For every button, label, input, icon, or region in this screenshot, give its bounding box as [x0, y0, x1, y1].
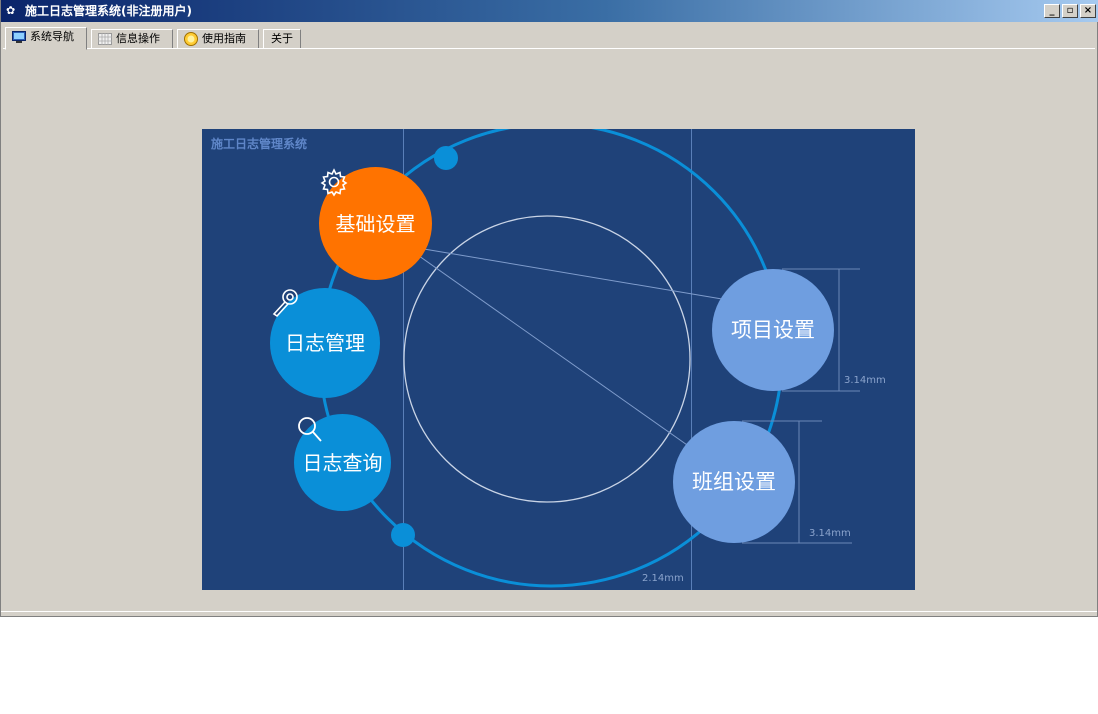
- grid-icon: [98, 33, 112, 45]
- team-settings-button[interactable]: 班组设置: [673, 421, 795, 543]
- key-icon: [272, 289, 298, 318]
- tab-label: 关于: [271, 32, 293, 45]
- tab-info-ops[interactable]: 信息操作: [91, 29, 173, 49]
- team-dimension-label: 3.14mm: [809, 528, 851, 539]
- bottom-dimension-label: 2.14mm: [642, 573, 684, 584]
- button-label: 日志管理: [285, 331, 365, 355]
- button-label: 基础设置: [335, 211, 416, 236]
- button-label: 日志查询: [302, 450, 383, 475]
- button-label: 项目设置: [731, 318, 815, 342]
- close-button[interactable]: ×: [1080, 4, 1096, 18]
- title-bar[interactable]: ✿ 施工日志管理系统(非注册用户) _ ▫ ×: [1, 0, 1098, 22]
- tab-label: 信息操作: [116, 32, 160, 45]
- project-dimension-label: 3.14mm: [844, 375, 886, 386]
- tab-system-nav[interactable]: 系统导航: [5, 27, 87, 50]
- status-divider: [1, 611, 1097, 612]
- monitor-icon: [12, 31, 26, 43]
- main-window: ✿ 施工日志管理系统(非注册用户) _ ▫ × 系统导航 信息操作 使用指南 关…: [0, 0, 1098, 617]
- base-settings-button[interactable]: 基础设置: [319, 167, 432, 280]
- log-query-button[interactable]: 日志查询: [294, 414, 391, 511]
- tab-user-guide[interactable]: 使用指南: [177, 29, 259, 49]
- tab-label: 使用指南: [202, 32, 246, 45]
- minimize-button[interactable]: _: [1044, 4, 1060, 18]
- app-logo-icon: ✿: [6, 4, 16, 17]
- window-title: 施工日志管理系统(非注册用户): [25, 4, 192, 18]
- tab-label: 系统导航: [30, 30, 74, 43]
- help-icon: [184, 32, 198, 46]
- restore-button[interactable]: ▫: [1062, 4, 1078, 18]
- gear-icon: [320, 168, 348, 197]
- log-manage-button[interactable]: 日志管理: [270, 288, 380, 398]
- panel-title: 施工日志管理系统: [211, 137, 308, 151]
- project-settings-button[interactable]: 项目设置: [712, 269, 834, 391]
- navigation-panel: 施工日志管理系统 基础设置 日志管理 日志查询 项目设置 班组设置 3.14mm…: [202, 129, 915, 590]
- search-icon: [298, 417, 322, 442]
- button-label: 班组设置: [692, 470, 776, 494]
- tab-about[interactable]: 关于: [263, 29, 301, 49]
- tab-divider: [3, 48, 1095, 49]
